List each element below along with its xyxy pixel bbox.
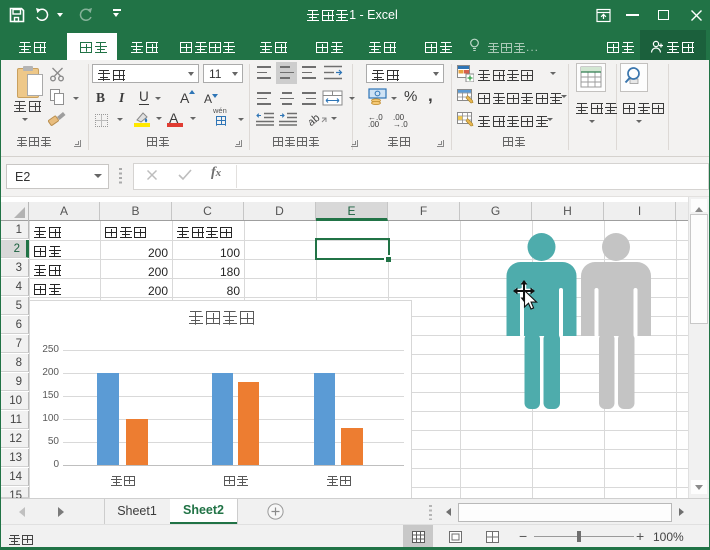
svg-text:ab: ab — [309, 112, 322, 126]
